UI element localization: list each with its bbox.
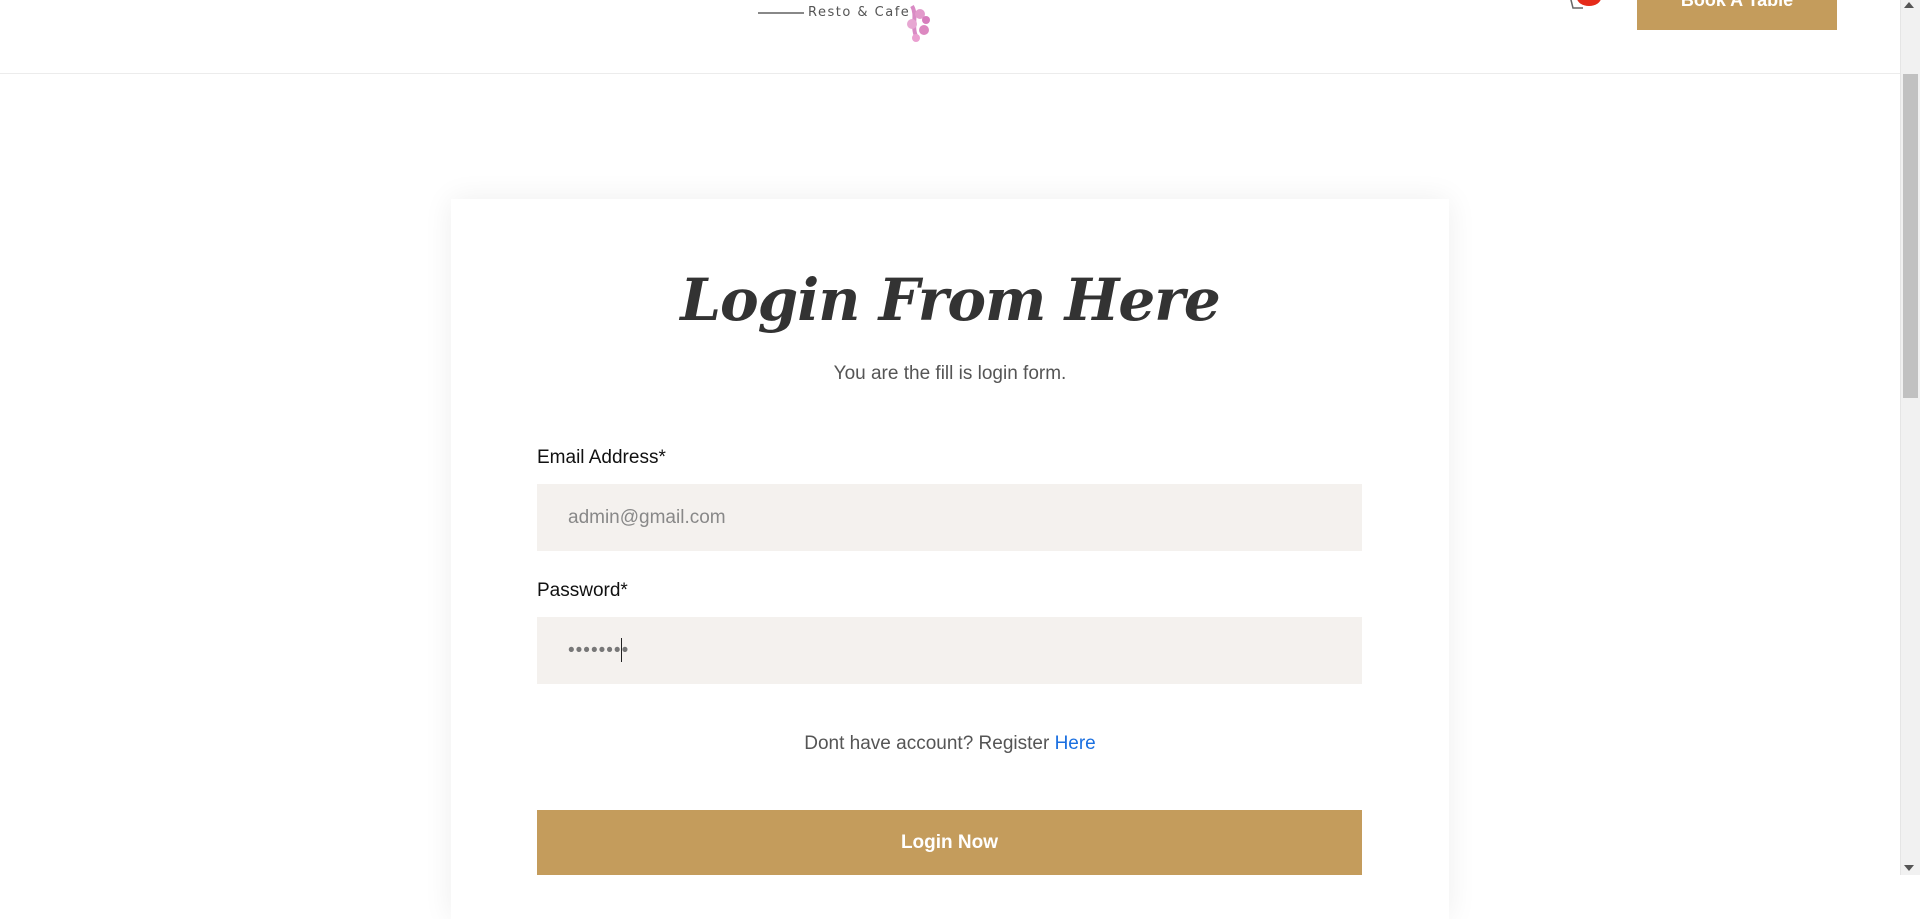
email-field[interactable] — [537, 484, 1362, 551]
scrollbar-thumb[interactable] — [1903, 74, 1918, 398]
register-prompt: Dont have account? Register Here — [0, 733, 1900, 755]
logo-divider — [758, 12, 804, 14]
scroll-up-arrow-icon[interactable] — [1904, 2, 1914, 8]
email-label: Email Address* — [537, 447, 666, 468]
register-text: Dont have account? Register — [804, 733, 1055, 754]
register-link[interactable]: Here — [1055, 733, 1096, 754]
page-title: Login From Here — [680, 266, 1221, 334]
password-label: Password* — [537, 580, 628, 601]
password-field[interactable] — [537, 617, 1362, 684]
login-button[interactable]: Login Now — [537, 810, 1362, 875]
site-header: Resto & Cafe Book A Table — [0, 0, 1900, 74]
scroll-down-arrow-icon[interactable] — [1904, 865, 1914, 871]
text-cursor — [621, 638, 622, 662]
book-table-button[interactable]: Book A Table — [1637, 0, 1837, 30]
logo-tagline: Resto & Cafe — [808, 5, 911, 20]
login-subtitle: You are the fill is login form. — [833, 363, 1067, 384]
